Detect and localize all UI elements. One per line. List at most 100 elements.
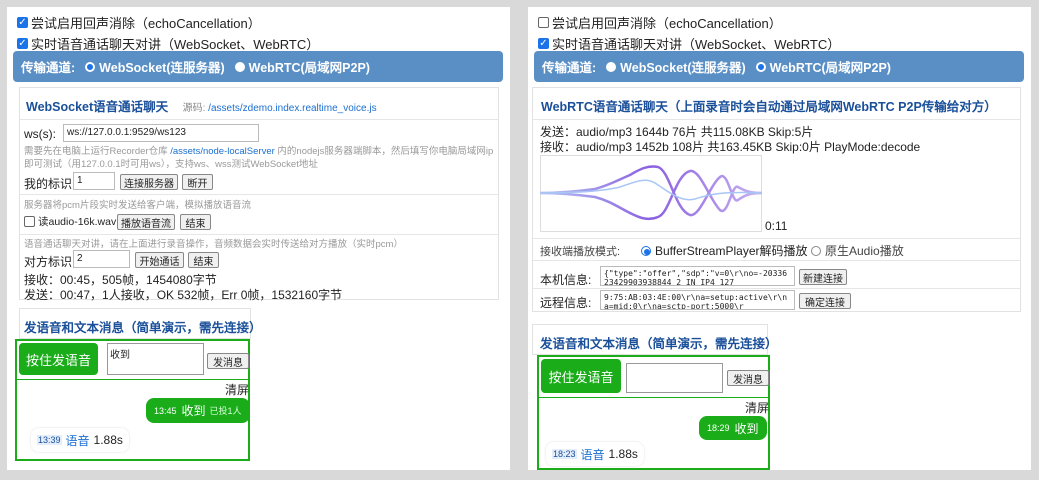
chat-box: 按住发语音 发消息 清屏 18:29 收到 18:23 语音 1.88s xyxy=(537,355,770,470)
local-info-label: 本机信息: xyxy=(540,273,592,287)
ws-url-label: ws(s): xyxy=(24,127,56,141)
play-mode-audio-option[interactable]: 原生Audio播放 xyxy=(811,242,904,259)
play-mode-audio-label: 原生Audio播放 xyxy=(825,244,904,258)
server-note: 需要先在电脑上运行Recorder仓库 /assets/node-localSe… xyxy=(24,146,494,170)
echo-cancel-option[interactable]: 尝试启用回声消除（echoCancellation） xyxy=(538,13,782,32)
sent-message-bubble: 13:45 收到 已投1人 xyxy=(146,398,250,423)
confirm-connection-button[interactable]: 确定连接 xyxy=(799,293,851,309)
radio-websocket[interactable] xyxy=(606,61,617,72)
transport-label: 传输通道: xyxy=(542,61,597,75)
webrtc-section: WebRTC语音通话聊天（上面录音时会自动通过局域网WebRTC P2P传输给对… xyxy=(532,87,1021,312)
echo-cancel-label: 尝试启用回声消除（echoCancellation） xyxy=(552,16,782,31)
waveform-canvas xyxy=(540,155,762,232)
receive-stats: 接收：audio/mp3 1452b 108片 共163.45KB Skip:0… xyxy=(540,140,921,154)
peer-id-input[interactable]: 2 xyxy=(73,250,130,268)
waveform-time: 0:11 xyxy=(765,219,788,233)
play-mode-buffer-label: BufferStreamPlayer解码播放 xyxy=(655,244,808,258)
local-info-textarea[interactable]: {"type":"offer","sdp":"v=0\r\no=-2033623… xyxy=(600,266,795,286)
chat-divider xyxy=(539,397,768,398)
message-time: 18:23 xyxy=(552,449,577,459)
voice-link[interactable]: 语音 xyxy=(581,446,605,463)
clear-screen-button[interactable]: 清屏 xyxy=(745,399,769,416)
radio-webrtc-label[interactable]: WebRTC(局域网P2P) xyxy=(770,57,891,76)
message-time: 13:39 xyxy=(37,435,62,445)
radio-webrtc-label[interactable]: WebRTC(局域网P2P) xyxy=(249,57,370,76)
realtime-call-checkbox[interactable]: ✓ xyxy=(17,38,28,49)
websocket-title-row: WebSocket语音通话聊天 源码: /assets/zdemo.index.… xyxy=(26,96,377,116)
voice-link[interactable]: 语音 xyxy=(66,432,90,449)
remote-info-label: 远程信息: xyxy=(540,296,592,310)
ws-url-input[interactable]: ws://127.0.0.1:9529/ws123 xyxy=(63,124,259,142)
radio-websocket[interactable] xyxy=(85,61,96,72)
start-call-button[interactable]: 开始通话 xyxy=(135,252,184,268)
radio-websocket-label[interactable]: WebSocket(连服务器) xyxy=(620,57,745,76)
push-to-talk-button[interactable]: 按住发语音 xyxy=(541,359,621,393)
play-mode-audio-radio[interactable] xyxy=(811,245,821,256)
play-mode-label: 接收端播放模式: xyxy=(540,246,621,258)
divider xyxy=(20,234,498,235)
echo-cancel-option[interactable]: ✓ 尝试启用回声消除（echoCancellation） xyxy=(17,13,261,32)
received-voice-bubble[interactable]: 18:23 语音 1.88s xyxy=(546,442,644,466)
transport-label: 传输通道: xyxy=(21,61,76,75)
end-call-button[interactable]: 结束 xyxy=(188,252,219,268)
message-delivery: 已投1人 xyxy=(209,406,242,416)
received-voice-bubble[interactable]: 13:39 语音 1.88s xyxy=(31,428,129,452)
websocket-title: WebSocket语音通话聊天 xyxy=(26,100,169,114)
message-time: 18:29 xyxy=(707,423,730,433)
send-message-button[interactable]: 发消息 xyxy=(727,370,769,386)
radio-webrtc[interactable] xyxy=(234,61,245,72)
read-audio-option[interactable]: 读audio-16k.wav xyxy=(24,214,116,229)
sent-message-bubble: 18:29 收到 xyxy=(699,416,767,440)
divider xyxy=(20,194,498,195)
read-audio-label: 读audio-16k.wav xyxy=(38,216,117,228)
transport-bar: 传输通道: WebSocket(连服务器) WebRTC(局域网P2P) xyxy=(534,51,1024,82)
connect-server-button[interactable]: 连接服务器 xyxy=(120,174,178,190)
push-to-talk-button[interactable]: 按住发语音 xyxy=(19,343,98,375)
clear-screen-button[interactable]: 清屏 xyxy=(225,381,249,398)
source-link[interactable]: /assets/zdemo.index.realtime_voice.js xyxy=(208,103,376,114)
message-title: 发语音和文本消息（简单演示，需先连接） xyxy=(24,321,262,335)
message-title: 发语音和文本消息（简单演示，需先连接） xyxy=(540,337,778,351)
peer-id-label: 对方标识 xyxy=(24,255,73,269)
play-mode-buffer-radio[interactable] xyxy=(641,245,651,256)
divider xyxy=(20,119,498,120)
chat-divider xyxy=(17,379,248,380)
divider xyxy=(533,238,1020,239)
left-panel: ✓ 尝试启用回声消除（echoCancellation） ✓ 实时语音通话聊天对… xyxy=(7,7,510,470)
webrtc-title: WebRTC语音通话聊天（上面录音时会自动通过局域网WebRTC P2P传输给对… xyxy=(541,100,997,114)
pcm-note: 服务器将pcm片段实时发送给客户端，模拟播放语音流 xyxy=(24,200,251,211)
voice-duration: 1.88s xyxy=(608,447,638,461)
message-section-header: 发语音和文本消息（简单演示，需先连接） xyxy=(532,324,778,355)
message-input[interactable] xyxy=(626,363,723,393)
my-id-input[interactable]: 1 xyxy=(73,172,115,190)
message-text: 收到 xyxy=(181,404,206,418)
echo-cancel-checkbox[interactable] xyxy=(538,17,549,28)
disconnect-button[interactable]: 断开 xyxy=(182,174,213,190)
message-text: 收到 xyxy=(734,421,759,436)
message-time: 13:45 xyxy=(154,405,177,416)
transport-bar: 传输通道: WebSocket(连服务器) WebRTC(局域网P2P) xyxy=(13,51,503,82)
play-stream-button[interactable]: 播放语音流 xyxy=(117,214,175,230)
play-mode-buffer-option[interactable]: BufferStreamPlayer解码播放 xyxy=(641,242,808,259)
server-note-link[interactable]: /assets/node-localServer xyxy=(170,146,275,157)
radio-webrtc[interactable] xyxy=(755,61,766,72)
echo-cancel-label: 尝试启用回声消除（echoCancellation） xyxy=(31,16,261,31)
message-section-header: 发语音和文本消息（简单演示，需先连接） xyxy=(19,308,262,339)
radio-websocket-label[interactable]: WebSocket(连服务器) xyxy=(99,57,224,76)
voice-duration: 1.88s xyxy=(93,433,123,447)
right-panel: 尝试启用回声消除（echoCancellation） ✓ 实时语音通话聊天对讲（… xyxy=(528,7,1031,470)
divider xyxy=(533,288,1020,289)
send-message-button[interactable]: 发消息 xyxy=(207,353,249,369)
new-connection-button[interactable]: 新建连接 xyxy=(799,269,847,285)
send-stats: 发送：00:47，1人接收，OK 532帧，Err 0帧，1532160字节 xyxy=(24,288,343,302)
echo-cancel-checkbox[interactable]: ✓ xyxy=(17,17,28,28)
remote-info-textarea[interactable]: 9:75:AB:03:4E:00\r\na=setup:active\r\na=… xyxy=(600,290,795,310)
websocket-section: WebSocket语音通话聊天 源码: /assets/zdemo.index.… xyxy=(19,87,499,302)
stop-stream-button[interactable]: 结束 xyxy=(180,214,211,230)
my-id-label: 我的标识 xyxy=(24,177,73,191)
chat-box: 按住发语音 收到 发消息 清屏 13:45 收到 已投1人 13:39 语音 1… xyxy=(15,339,250,461)
source-label: 源码: xyxy=(182,103,206,114)
read-audio-checkbox[interactable] xyxy=(24,216,35,227)
realtime-call-checkbox[interactable]: ✓ xyxy=(538,38,549,49)
message-input[interactable]: 收到 xyxy=(107,343,204,375)
